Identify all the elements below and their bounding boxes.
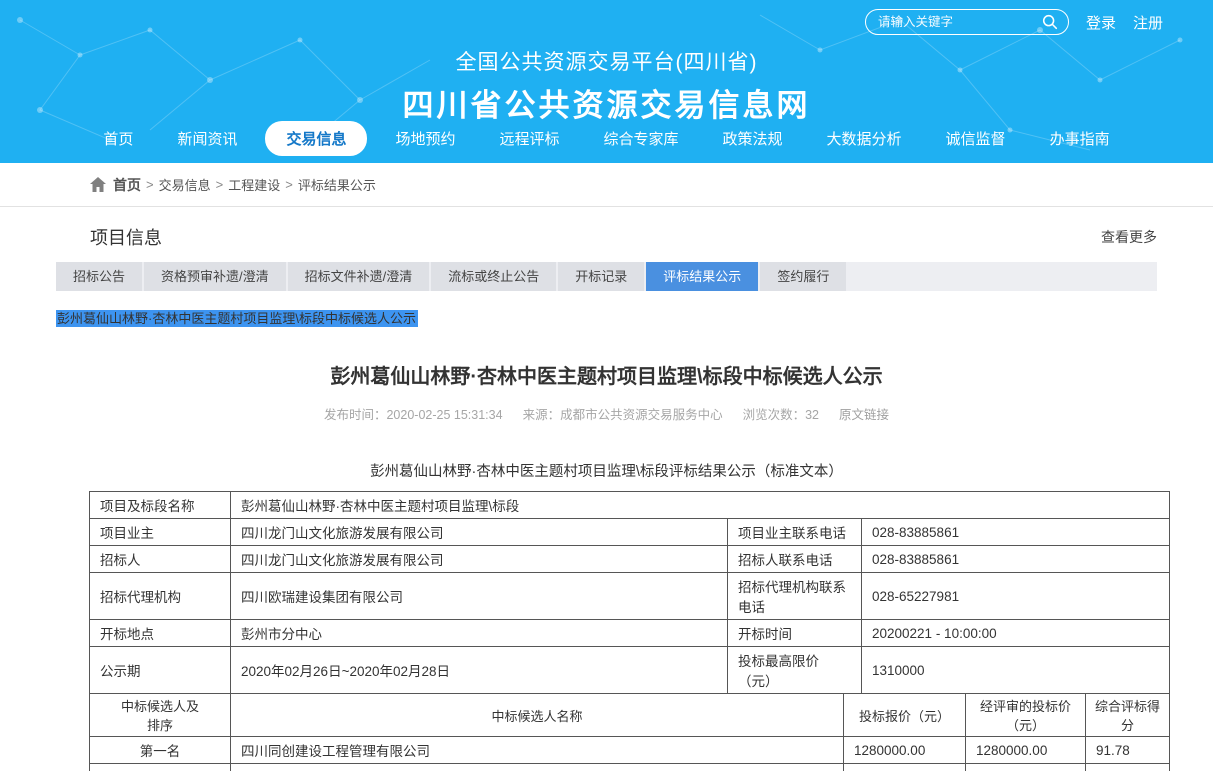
candidate-evaluated-price: 1280000.00 (966, 737, 1086, 764)
nav-item-venue-booking[interactable]: 场地预约 (395, 121, 455, 156)
candidate-name: 四川兢业工程项目管理有限公司 (231, 764, 844, 771)
login-link[interactable]: 登录 (1086, 12, 1116, 33)
column-header-score: 综合评标得分 (1086, 694, 1170, 737)
table-row: 项目及标段名称 彭州葛仙山林野·杏林中医主题村项目监理\标段 (90, 492, 1170, 519)
field-value: 四川龙门山文化旅游发展有限公司 (231, 519, 728, 546)
field-label: 招标代理机构联系电话 (728, 573, 862, 620)
field-value: 028-65227981 (862, 573, 1170, 620)
breadcrumb-separator: > (285, 177, 293, 192)
field-label: 招标代理机构 (90, 573, 231, 620)
project-info-table: 项目及标段名称 彭州葛仙山林野·杏林中医主题村项目监理\标段 项目业主 四川龙门… (89, 491, 1170, 694)
field-label: 投标最高限价（元） (728, 647, 862, 694)
tab-bid-document-addendum[interactable]: 招标文件补遗/澄清 (288, 262, 430, 291)
original-link[interactable]: 原文链接 (839, 404, 889, 423)
main-nav: 首页 新闻资讯 交易信息 场地预约 远程评标 综合专家库 政策法规 大数据分析 … (0, 121, 1213, 156)
view-more-link[interactable]: 查看更多 (1101, 227, 1157, 247)
search-box[interactable] (865, 9, 1069, 35)
candidate-evaluated-price: 1285000.00 (966, 764, 1086, 771)
candidate-score: 91.78 (1086, 737, 1170, 764)
column-header-name: 中标候选人名称 (231, 694, 844, 737)
field-label: 项目及标段名称 (90, 492, 231, 519)
breadcrumb-separator: > (146, 177, 154, 192)
breadcrumb-trade-info[interactable]: 交易信息 (159, 175, 211, 194)
candidate-name: 四川同创建设工程管理有限公司 (231, 737, 844, 764)
table-row: 公示期 2020年02月26日~2020年02月28日 投标最高限价（元） 13… (90, 647, 1170, 694)
selected-text-line: 彭州葛仙山林野·杏林中医主题村项目监理\标段中标候选人公示 (56, 310, 1157, 327)
banner-title: 四川省公共资源交易信息网 (0, 80, 1213, 125)
field-label: 招标人联系电话 (728, 546, 862, 573)
field-label: 开标时间 (728, 620, 862, 647)
register-link[interactable]: 注册 (1133, 12, 1163, 33)
tab-contract-performance[interactable]: 签约履行 (760, 262, 846, 291)
field-label: 项目业主联系电话 (728, 519, 862, 546)
field-value: 彭州葛仙山林野·杏林中医主题村项目监理\标段 (231, 492, 1170, 519)
field-value: 028-83885861 (862, 546, 1170, 573)
candidate-score: 90.52 (1086, 764, 1170, 771)
nav-item-news[interactable]: 新闻资讯 (177, 121, 237, 156)
breadcrumb-engineering[interactable]: 工程建设 (228, 175, 280, 194)
field-value: 028-83885861 (862, 519, 1170, 546)
column-header-rank: 中标候选人及 排序 (90, 694, 231, 737)
field-label: 开标地点 (90, 620, 231, 647)
selected-text: 彭州葛仙山林野·杏林中医主题村项目监理\标段中标候选人公示 (56, 310, 418, 327)
nav-item-home[interactable]: 首页 (103, 121, 133, 156)
page: 登录 注册 全国公共资源交易平台(四川省) 四川省公共资源交易信息网 首页 新闻… (0, 0, 1213, 771)
table-row: 招标代理机构 四川欧瑞建设集团有限公司 招标代理机构联系电话 028-65227… (90, 573, 1170, 620)
breadcrumb: 首页 > 交易信息 > 工程建设 > 评标结果公示 (0, 163, 1213, 207)
field-value: 1310000 (862, 647, 1170, 694)
section-title: 项目信息 (90, 224, 162, 250)
field-value: 四川欧瑞建设集团有限公司 (231, 573, 728, 620)
source: 来源：成都市公共资源交易服务中心 (523, 404, 723, 423)
tab-evaluation-result[interactable]: 评标结果公示 (646, 262, 758, 291)
breadcrumb-evaluation-result[interactable]: 评标结果公示 (298, 175, 376, 194)
candidate-price: 1280000.00 (844, 737, 966, 764)
breadcrumb-home[interactable]: 首页 (113, 175, 141, 195)
field-label: 招标人 (90, 546, 231, 573)
field-value: 2020年02月26日~2020年02月28日 (231, 647, 728, 694)
breadcrumb-separator: > (216, 177, 224, 192)
candidate-rank: 第二名 (90, 764, 231, 771)
field-value: 20200221 - 10:00:00 (862, 620, 1170, 647)
column-header-evaluated-price: 经评审的投标价 （元） (966, 694, 1086, 737)
nav-item-policies[interactable]: 政策法规 (723, 121, 783, 156)
result-table-title: 彭州葛仙山林野·杏林中医主题村项目监理\标段评标结果公示（标准文本） (56, 460, 1157, 481)
nav-item-trade-info[interactable]: 交易信息 (265, 121, 367, 156)
publish-time: 发布时间：2020-02-25 15:31:34 (324, 404, 503, 423)
field-label: 项目业主 (90, 519, 231, 546)
candidate-rank: 第一名 (90, 737, 231, 764)
main-content: 项目信息 查看更多 招标公告 资格预审补遗/澄清 招标文件补遗/澄清 流标或终止… (0, 207, 1213, 771)
article-meta: 发布时间：2020-02-25 15:31:34 来源：成都市公共资源交易服务中… (56, 404, 1157, 423)
nav-item-integrity[interactable]: 诚信监督 (946, 121, 1006, 156)
nav-item-big-data[interactable]: 大数据分析 (827, 121, 902, 156)
tab-bid-announcement[interactable]: 招标公告 (56, 262, 142, 291)
search-icon[interactable] (1041, 13, 1059, 31)
candidate-row: 第二名 四川兢业工程项目管理有限公司 1285000.00 1285000.00… (90, 764, 1170, 771)
candidates-table: 中标候选人及 排序 中标候选人名称 投标报价（元） 经评审的投标价 （元） 综合… (89, 693, 1170, 771)
tab-failed-or-terminated[interactable]: 流标或终止公告 (431, 262, 556, 291)
section-head: 项目信息 查看更多 (56, 207, 1157, 262)
table-row: 招标人 四川龙门山文化旅游发展有限公司 招标人联系电话 028-83885861 (90, 546, 1170, 573)
home-icon[interactable] (90, 177, 106, 192)
nav-item-remote-evaluation[interactable]: 远程评标 (499, 121, 559, 156)
nav-item-expert-pool[interactable]: 综合专家库 (604, 121, 679, 156)
tab-row: 招标公告 资格预审补遗/澄清 招标文件补遗/澄清 流标或终止公告 开标记录 评标… (56, 262, 1157, 291)
view-count: 浏览次数：32 (743, 404, 819, 423)
site-header: 登录 注册 全国公共资源交易平台(四川省) 四川省公共资源交易信息网 首页 新闻… (0, 0, 1213, 163)
field-label: 公示期 (90, 647, 231, 694)
candidate-price: 1285000.00 (844, 764, 966, 771)
search-input[interactable] (878, 15, 1041, 29)
field-value: 四川龙门山文化旅游发展有限公司 (231, 546, 728, 573)
candidate-row: 第一名 四川同创建设工程管理有限公司 1280000.00 1280000.00… (90, 737, 1170, 764)
candidates-header-row: 中标候选人及 排序 中标候选人名称 投标报价（元） 经评审的投标价 （元） 综合… (90, 694, 1170, 737)
tab-prequalification-addendum[interactable]: 资格预审补遗/澄清 (144, 262, 286, 291)
table-row: 开标地点 彭州市分中心 开标时间 20200221 - 10:00:00 (90, 620, 1170, 647)
field-value: 彭州市分中心 (231, 620, 728, 647)
article-title: 彭州葛仙山林野·杏林中医主题村项目监理\标段中标候选人公示 (56, 360, 1157, 389)
tab-bid-opening-record[interactable]: 开标记录 (558, 262, 644, 291)
topbar: 登录 注册 (865, 9, 1163, 35)
nav-item-guide[interactable]: 办事指南 (1050, 121, 1110, 156)
banner-subtitle: 全国公共资源交易平台(四川省) (0, 46, 1213, 76)
column-header-price: 投标报价（元） (844, 694, 966, 737)
table-row: 项目业主 四川龙门山文化旅游发展有限公司 项目业主联系电话 028-838858… (90, 519, 1170, 546)
